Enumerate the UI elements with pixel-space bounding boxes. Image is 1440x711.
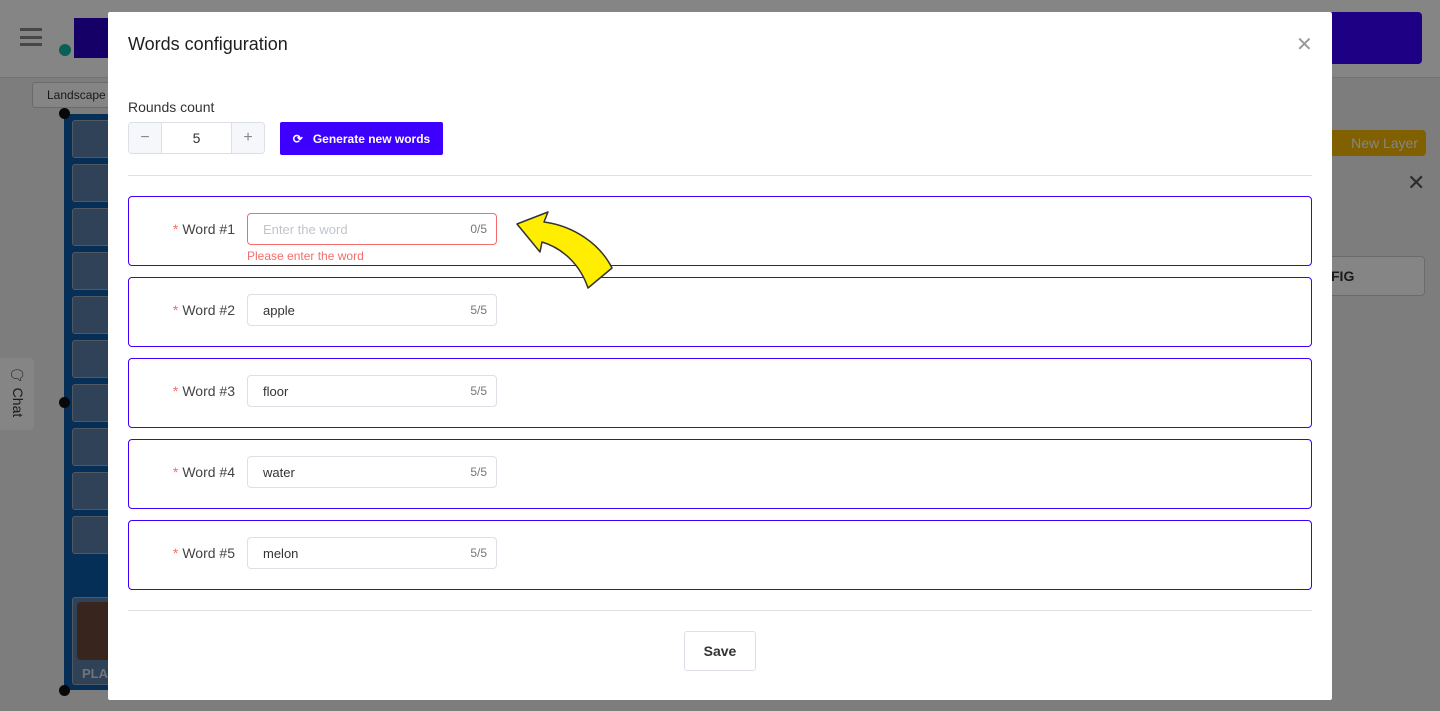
refresh-icon: ⟳ <box>292 131 303 146</box>
required-marker: * <box>172 302 179 318</box>
save-button[interactable]: Save <box>684 631 756 671</box>
word-label: * Word #5 <box>173 545 235 561</box>
required-marker: * <box>172 221 179 237</box>
word-value: water <box>263 465 295 480</box>
char-counter: 5/5 <box>470 303 487 317</box>
divider <box>128 175 1312 176</box>
word-card: * Word #5 melon 5/5 <box>128 520 1312 590</box>
word-label-text: Word #4 <box>182 464 235 480</box>
word-label: * Word #3 <box>173 383 235 399</box>
char-counter: 5/5 <box>470 384 487 398</box>
word-value: melon <box>263 546 299 561</box>
char-counter: 5/5 <box>470 465 487 479</box>
word-input[interactable]: floor 5/5 <box>247 375 497 407</box>
required-marker: * <box>172 383 179 399</box>
char-counter: 0/5 <box>470 222 487 236</box>
annotation-arrow-icon <box>516 211 613 289</box>
required-marker: * <box>172 464 179 480</box>
generate-label: Generate new words <box>312 131 431 146</box>
word-label-text: Word #5 <box>182 545 235 561</box>
increment-button[interactable]: + <box>232 123 264 153</box>
close-icon[interactable]: ✕ <box>1296 32 1313 57</box>
word-label-text: Word #2 <box>182 302 235 318</box>
word-placeholder: Enter the word <box>263 222 348 237</box>
word-input[interactable]: water 5/5 <box>247 456 497 488</box>
word-card: * Word #3 floor 5/5 <box>128 358 1312 428</box>
divider <box>128 610 1312 611</box>
word-label: * Word #4 <box>173 464 235 480</box>
word-card: * Word #2 apple 5/5 <box>128 277 1312 347</box>
dialog-title: Words configuration <box>128 34 288 54</box>
word-value: apple <box>263 303 295 318</box>
word-input[interactable]: apple 5/5 <box>247 294 497 326</box>
rounds-count-input[interactable]: 5 <box>161 123 232 153</box>
decrement-button[interactable]: − <box>129 123 161 153</box>
word-card: * Word #4 water 5/5 <box>128 439 1312 509</box>
rounds-count-label: Rounds count <box>128 99 215 115</box>
word-label-text: Word #3 <box>182 383 235 399</box>
required-marker: * <box>172 545 179 561</box>
word-value: floor <box>263 384 289 399</box>
char-counter: 5/5 <box>470 546 487 560</box>
word-card: * Word #1 Enter the word 0/5 Please enter … <box>128 196 1312 266</box>
rounds-count-stepper: − 5 + <box>128 122 265 154</box>
word-input[interactable]: Enter the word 0/5 <box>247 213 497 245</box>
word-label: * Word #1 <box>173 221 235 237</box>
error-message: Please enter the word <box>247 249 364 263</box>
words-configuration-dialog: Words configuration ✕ Rounds count − 5 +… <box>108 12 1332 700</box>
word-label-text: Word #1 <box>182 221 235 237</box>
word-input[interactable]: melon 5/5 <box>247 537 497 569</box>
word-label: * Word #2 <box>173 302 235 318</box>
generate-new-words-button[interactable]: ⟳ Generate new words <box>280 122 443 155</box>
